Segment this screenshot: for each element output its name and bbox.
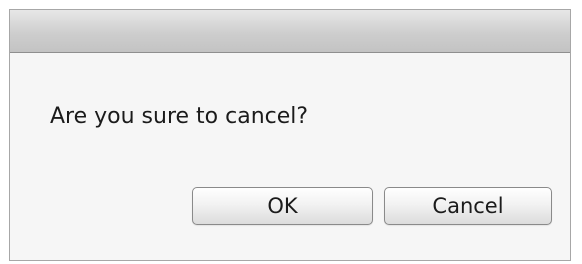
dialog-title-bar[interactable]: [10, 10, 570, 53]
ok-button[interactable]: OK: [192, 187, 373, 225]
dialog-message: Are you sure to cancel?: [50, 104, 309, 129]
confirm-dialog: Are you sure to cancel? OK Cancel: [9, 9, 571, 261]
cancel-button[interactable]: Cancel: [384, 187, 552, 225]
